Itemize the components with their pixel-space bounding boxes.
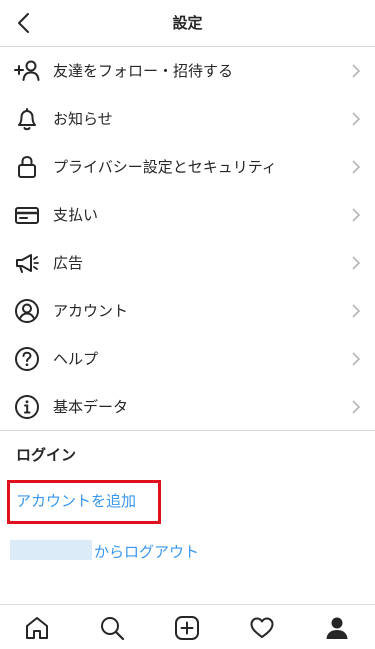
heart-icon bbox=[250, 617, 274, 638]
nav-new-post-button[interactable] bbox=[172, 613, 202, 643]
chevron-right-icon bbox=[352, 160, 361, 174]
add-person-icon bbox=[14, 58, 40, 84]
chevron-left-icon bbox=[18, 13, 29, 33]
bell-icon bbox=[14, 106, 40, 132]
page-title: 設定 bbox=[172, 14, 203, 32]
help-icon bbox=[14, 346, 40, 372]
bottom-nav bbox=[0, 604, 375, 649]
nav-search-button[interactable] bbox=[97, 613, 127, 643]
menu-item-privacy-security[interactable]: プライバシー設定とセキュリティ bbox=[0, 143, 375, 191]
menu-item-follow-invite[interactable]: 友達をフォロー・招待する bbox=[0, 47, 375, 95]
chevron-right-icon bbox=[352, 400, 361, 414]
chevron-right-icon bbox=[352, 208, 361, 222]
chevron-right-icon bbox=[352, 304, 361, 318]
section-divider bbox=[0, 430, 375, 431]
nav-activity-button[interactable] bbox=[247, 613, 277, 643]
menu-item-label: ヘルプ bbox=[53, 350, 99, 368]
logout-row: からログアウト bbox=[0, 536, 375, 564]
megaphone-icon bbox=[14, 250, 40, 276]
menu-item-label: 広告 bbox=[53, 254, 84, 272]
chevron-right-icon bbox=[352, 112, 361, 126]
menu-item-label: 支払い bbox=[53, 206, 99, 224]
menu-item-label: 基本データ bbox=[53, 398, 129, 416]
menu-item-label: アカウント bbox=[53, 302, 129, 320]
new-post-icon bbox=[175, 616, 199, 640]
home-icon bbox=[26, 617, 48, 639]
redacted-username bbox=[10, 540, 92, 560]
profile-icon bbox=[326, 617, 348, 639]
nav-profile-button[interactable] bbox=[322, 613, 352, 643]
menu-item-about[interactable]: 基本データ bbox=[0, 383, 375, 431]
settings-menu: 友達をフォロー・招待する お知らせ プライバシー設定とセキュリティ 支払い 広告… bbox=[0, 47, 375, 431]
nav-home-button[interactable] bbox=[22, 613, 52, 643]
menu-item-notifications[interactable]: お知らせ bbox=[0, 95, 375, 143]
card-icon bbox=[14, 202, 40, 228]
menu-item-help[interactable]: ヘルプ bbox=[0, 335, 375, 383]
chevron-right-icon bbox=[352, 352, 361, 366]
top-bar: 設定 bbox=[0, 0, 375, 47]
lock-icon bbox=[14, 154, 40, 180]
menu-item-label: お知らせ bbox=[53, 110, 113, 128]
login-section-title: ログイン bbox=[16, 446, 77, 464]
back-button[interactable] bbox=[8, 6, 40, 40]
chevron-right-icon bbox=[352, 64, 361, 78]
logout-link[interactable]: からログアウト bbox=[94, 541, 199, 562]
chevron-right-icon bbox=[352, 256, 361, 270]
menu-item-account[interactable]: アカウント bbox=[0, 287, 375, 335]
add-account-link[interactable]: アカウントを追加 bbox=[16, 490, 136, 511]
menu-item-label: プライバシー設定とセキュリティ bbox=[53, 158, 277, 176]
menu-item-payments[interactable]: 支払い bbox=[0, 191, 375, 239]
info-icon bbox=[14, 394, 40, 420]
account-icon bbox=[14, 298, 40, 324]
menu-item-ads[interactable]: 広告 bbox=[0, 239, 375, 287]
menu-item-label: 友達をフォロー・招待する bbox=[53, 62, 234, 80]
search-icon bbox=[101, 617, 125, 641]
